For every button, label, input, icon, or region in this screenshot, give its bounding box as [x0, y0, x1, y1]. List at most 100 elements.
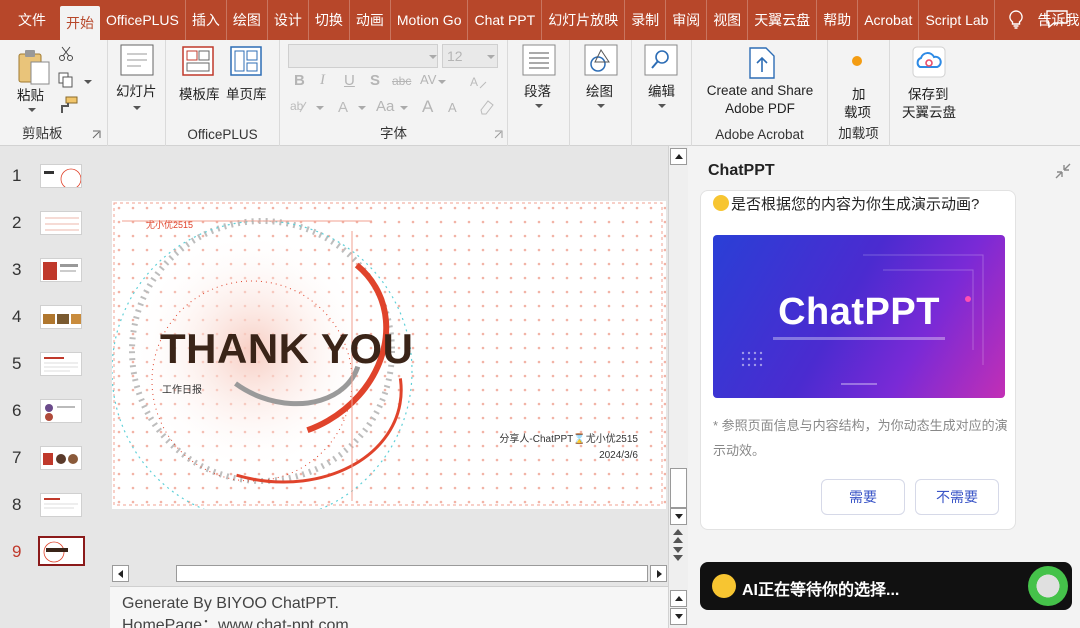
strikethrough-button[interactable]: abc	[392, 74, 411, 88]
paragraph-label[interactable]: 段落	[524, 80, 551, 100]
chevron-down-icon[interactable]	[438, 80, 446, 84]
tab-slideshow[interactable]: 幻灯片放映	[542, 0, 626, 40]
tab-tianyi-cloud[interactable]: 天翼云盘	[748, 0, 818, 40]
notes-scroll-down-button[interactable]	[670, 608, 687, 625]
thumbnail-row[interactable]: 8	[0, 489, 110, 529]
cloud-save-icon[interactable]	[912, 46, 946, 78]
shadow-button[interactable]: S	[370, 72, 380, 89]
slide-thumbnail[interactable]	[40, 352, 82, 376]
slide-thumbnail[interactable]	[40, 164, 82, 188]
chevron-down-icon[interactable]	[429, 55, 437, 59]
horizontal-scrollbar[interactable]	[110, 564, 668, 584]
scroll-up-button[interactable]	[670, 148, 687, 165]
single-page-library-icon[interactable]	[230, 46, 262, 76]
chevron-down-icon[interactable]	[535, 104, 543, 108]
clear-format-icon[interactable]: A	[470, 74, 488, 90]
tab-insert[interactable]: 插入	[186, 0, 227, 40]
drawing-label[interactable]: 绘图	[586, 80, 613, 100]
vertical-scrollbar[interactable]	[668, 146, 688, 628]
previous-slide-icon[interactable]	[672, 528, 684, 544]
paste-icon[interactable]	[16, 46, 52, 86]
format-painter-icon[interactable]	[58, 96, 78, 114]
create-pdf-line2[interactable]: Adobe PDF	[702, 101, 818, 116]
create-pdf-line1[interactable]: Create and Share	[702, 83, 818, 98]
tab-motion-go[interactable]: Motion Go	[391, 0, 469, 40]
underline-button[interactable]: U	[344, 72, 355, 89]
eraser-icon[interactable]	[478, 98, 496, 116]
tab-officeplus[interactable]: OfficePLUS	[100, 0, 186, 40]
notes-scroll-up-button[interactable]	[670, 590, 687, 607]
chevron-down-icon[interactable]	[597, 104, 605, 108]
addins-line1[interactable]: 加	[852, 83, 866, 103]
search-icon[interactable]	[644, 44, 678, 76]
tab-record[interactable]: 录制	[625, 0, 667, 40]
copy-icon[interactable]	[58, 72, 74, 88]
chevron-down-icon[interactable]	[400, 106, 408, 110]
next-slide-icon[interactable]	[672, 546, 684, 562]
slide-thumbnail-selected[interactable]	[38, 536, 85, 566]
tab-home[interactable]: 开始	[60, 6, 100, 40]
paste-label[interactable]: 粘贴	[17, 84, 44, 104]
comment-icon[interactable]	[1046, 10, 1068, 28]
horizontal-scroll-thumb[interactable]	[176, 565, 648, 582]
create-pdf-icon[interactable]	[748, 46, 776, 80]
thumbnail-row[interactable]: 2	[0, 207, 110, 247]
thumbnail-row[interactable]: 3	[0, 254, 110, 294]
collapse-icon[interactable]	[1054, 162, 1072, 180]
tab-draw[interactable]: 绘图	[227, 0, 268, 40]
chevron-down-icon[interactable]	[133, 106, 141, 110]
tab-acrobat[interactable]: Acrobat	[858, 0, 920, 40]
single-page-library-label[interactable]: 单页库	[226, 83, 267, 103]
slide[interactable]: 尤小优2515 THANK YOU 工作日报 分享人-ChatPPT⌛尤小优25…	[112, 201, 666, 509]
character-spacing-button[interactable]: AV	[420, 72, 436, 87]
addins-line2[interactable]: 载项	[844, 101, 871, 121]
notes-pane[interactable]: Generate By BIYOO ChatPPT. HomePage：www.…	[110, 586, 668, 628]
chevron-down-icon[interactable]	[658, 104, 666, 108]
chevron-down-icon[interactable]	[487, 55, 495, 59]
thumbnail-row[interactable]: 6	[0, 395, 110, 435]
yes-button[interactable]: 需要	[821, 479, 905, 515]
scroll-left-button[interactable]	[112, 565, 129, 582]
loading-spinner-icon[interactable]	[1028, 566, 1068, 606]
tab-transitions[interactable]: 切换	[309, 0, 350, 40]
dialog-launcher-icon[interactable]	[494, 130, 503, 139]
thumbnail-row[interactable]: 5	[0, 348, 110, 388]
italic-button[interactable]: I	[320, 72, 325, 89]
bold-button[interactable]: B	[294, 72, 305, 89]
scroll-right-button[interactable]	[650, 565, 667, 582]
tab-animations[interactable]: 动画	[350, 0, 391, 40]
slide-thumbnail[interactable]	[40, 399, 82, 423]
tab-chat-ppt[interactable]: Chat PPT	[468, 0, 543, 40]
tab-design[interactable]: 设计	[268, 0, 309, 40]
grow-font-button[interactable]: A	[422, 97, 433, 117]
cloud-line2[interactable]: 天翼云盘	[902, 101, 956, 121]
chevron-down-icon[interactable]	[358, 106, 366, 110]
paragraph-icon[interactable]	[522, 44, 556, 76]
thumbnail-row[interactable]: 1	[0, 160, 110, 200]
tab-file[interactable]: 文件	[0, 0, 60, 40]
tab-view[interactable]: 视图	[707, 0, 749, 40]
cloud-line1[interactable]: 保存到	[908, 83, 949, 103]
font-color-icon[interactable]: A	[336, 98, 354, 116]
chevron-down-icon[interactable]	[84, 80, 92, 84]
slide-thumbnail[interactable]	[40, 211, 82, 235]
shapes-icon[interactable]	[584, 44, 618, 76]
dialog-launcher-icon[interactable]	[92, 130, 101, 139]
no-button[interactable]: 不需要	[915, 479, 999, 515]
cut-icon[interactable]	[58, 46, 74, 62]
slide-thumbnail[interactable]	[40, 446, 82, 470]
change-case-button[interactable]: Aa	[376, 98, 394, 115]
chevron-down-icon[interactable]	[316, 106, 324, 110]
tab-script-lab[interactable]: Script Lab	[919, 0, 996, 40]
text-highlight-icon[interactable]: ab	[290, 98, 314, 116]
thumbnail-row[interactable]: 7	[0, 442, 110, 482]
slide-thumbnail[interactable]	[40, 258, 82, 282]
shrink-font-button[interactable]: A	[448, 100, 457, 115]
font-size-select[interactable]: 12	[442, 44, 498, 68]
editing-label[interactable]: 编辑	[648, 80, 675, 100]
chevron-down-icon[interactable]	[28, 108, 36, 112]
new-slide-icon[interactable]	[120, 44, 154, 76]
addin-icon[interactable]	[850, 54, 864, 68]
template-library-label[interactable]: 模板库	[179, 83, 220, 103]
scroll-down-button[interactable]	[670, 508, 687, 525]
